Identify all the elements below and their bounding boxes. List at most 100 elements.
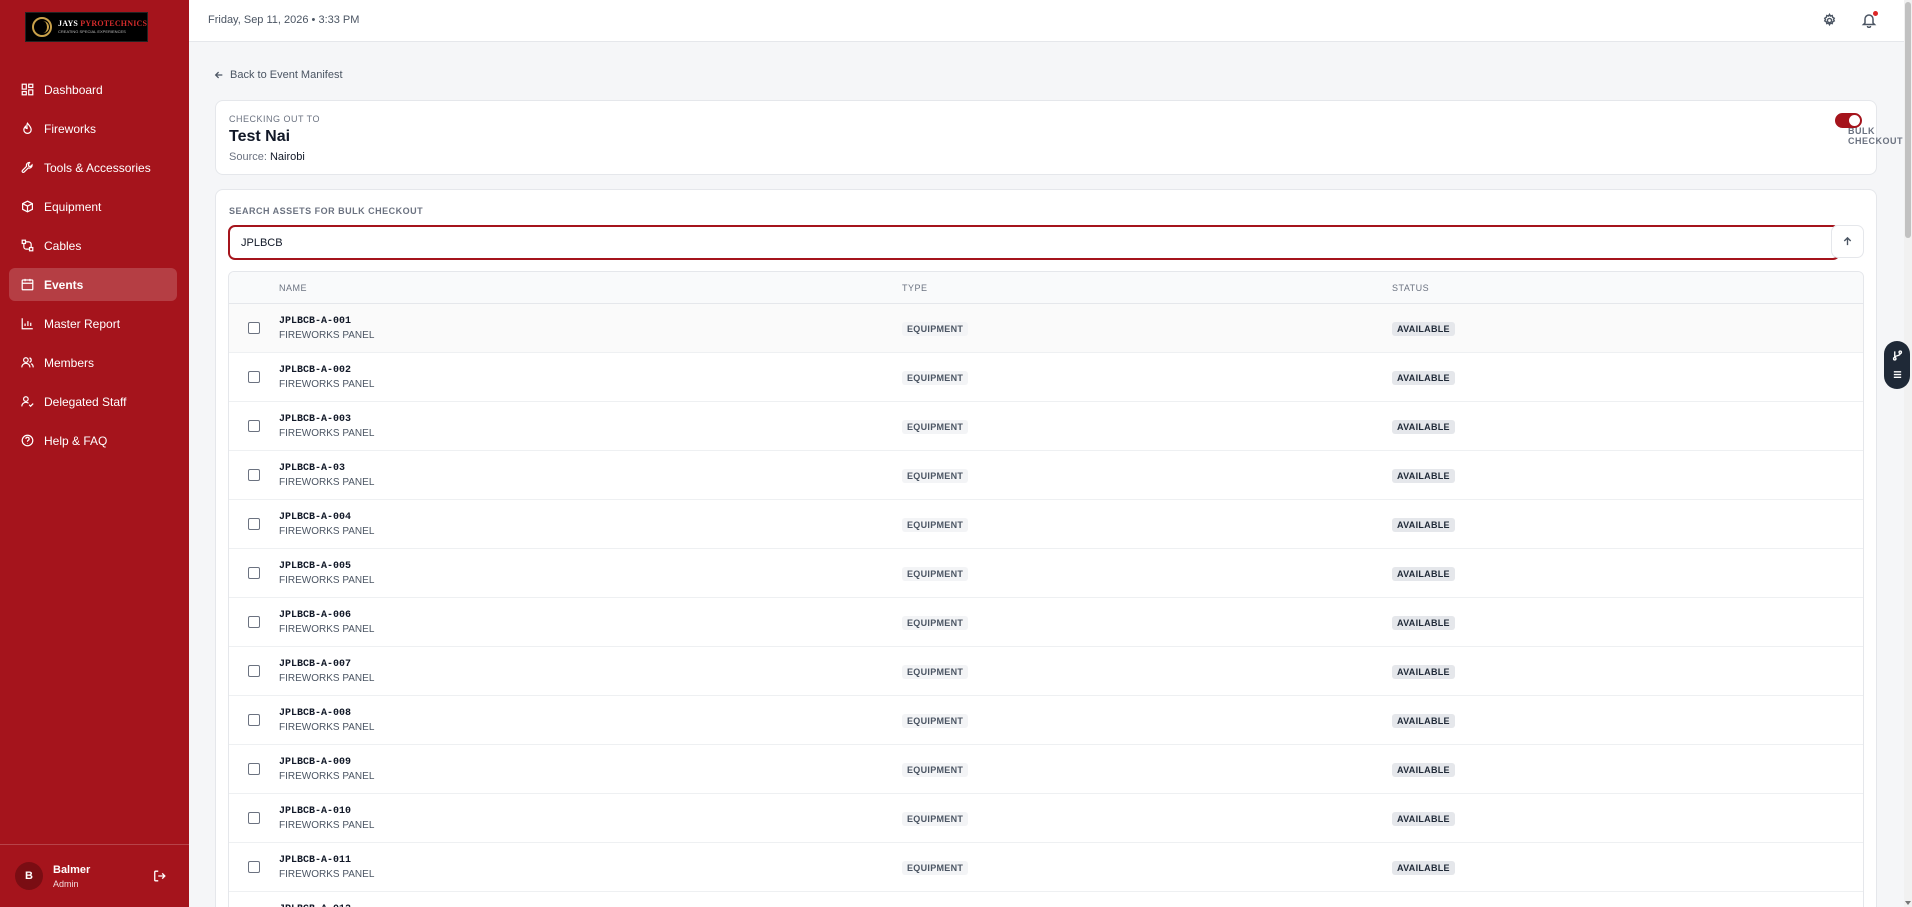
sidebar-item-events[interactable]: Events — [9, 268, 177, 301]
asset-description: FIREWORKS PANEL — [279, 623, 375, 635]
table-row[interactable]: JPLBCB-A-005 FIREWORKS PANEL EQUIPMENT AVAI… — [229, 549, 1863, 598]
scrollbar-thumb[interactable] — [1905, 2, 1911, 238]
asset-id: JPLBCB-A-010 — [279, 805, 352, 817]
table-row[interactable]: JPLBCB-A-012FIREWORKS PANELEQUIPMENTAVAI… — [229, 892, 1863, 907]
row-checkbox[interactable] — [248, 616, 260, 628]
asset-name-cell: JPLBCB-A-011 FIREWORKS PANEL — [279, 855, 902, 880]
back-link[interactable]: Back to Event Manifest — [214, 69, 343, 81]
bulk-checkout-control: BULK CHECKOUT — [1835, 113, 1903, 146]
row-checkbox[interactable] — [248, 861, 260, 873]
asset-description: FIREWORKS PANEL — [279, 770, 375, 782]
sidebar-item-tools[interactable]: Tools & Accessories — [9, 151, 177, 184]
table-row[interactable]: JPLBCB-A-007 FIREWORKS PANEL EQUIPMENT AVAI… — [229, 647, 1863, 696]
asset-description: FIREWORKS PANEL — [279, 329, 375, 341]
row-checkbox-cell — [229, 714, 279, 726]
table-row[interactable]: JPLBCB-A-003 FIREWORKS PANEL EQUIPMENT AVAI… — [229, 402, 1863, 451]
table-row[interactable]: JPLBCB-A-010 FIREWORKS PANEL EQUIPMENT AVAI… — [229, 794, 1863, 843]
table-row[interactable]: JPLBCB-A-009 FIREWORKS PANEL EQUIPMENT AVAI… — [229, 745, 1863, 794]
table-row[interactable]: JPLBCB-A-006 FIREWORKS PANEL EQUIPMENT AVAI… — [229, 598, 1863, 647]
avatar[interactable]: B — [15, 862, 43, 890]
table-body: JPLBCB-A-001 FIREWORKS PANEL EQUIPMENT AVAI… — [229, 304, 1863, 907]
sidebar-item-delegated-staff[interactable]: Delegated Staff — [9, 385, 177, 418]
asset-type-cell: EQUIPMENT — [902, 760, 1392, 778]
sidebar-item-fireworks[interactable]: Fireworks — [9, 112, 177, 145]
column-header-type[interactable]: TYPE — [902, 283, 1392, 293]
git-branch-icon[interactable] — [1892, 350, 1903, 361]
checkout-target-title: Test Nai — [229, 128, 291, 145]
logout-icon[interactable] — [153, 869, 167, 883]
asset-type-cell: EQUIPMENT — [902, 466, 1392, 484]
asset-name-cell: JPLBCB-A-002 FIREWORKS PANEL — [279, 365, 902, 390]
table-row[interactable]: JPLBCB-A-002 FIREWORKS PANEL EQUIPMENT AVAI… — [229, 353, 1863, 402]
column-header-name[interactable]: NAME — [279, 283, 902, 293]
sidebar-item-master-report[interactable]: Master Report — [9, 307, 177, 340]
status-badge: AVAILABLE — [1392, 322, 1455, 336]
row-checkbox[interactable] — [248, 518, 260, 530]
row-checkbox-cell — [229, 763, 279, 775]
source-value: Nairobi — [269, 151, 305, 163]
column-header-status[interactable]: STATUS — [1392, 283, 1863, 293]
row-checkbox-cell — [229, 861, 279, 873]
row-checkbox[interactable] — [248, 371, 260, 383]
table-row[interactable]: JPLBCB-A-011 FIREWORKS PANEL EQUIPMENT AVAI… — [229, 843, 1863, 892]
asset-status-cell: AVAILABLE — [1392, 858, 1863, 876]
brand-logo[interactable]: JAYS PYROTECHNICS CREATING SPECIAL EXPER… — [25, 12, 148, 42]
sidebar-item-label: Members — [44, 355, 95, 370]
box-icon — [21, 200, 34, 213]
asset-id: JPLBCB-A-006 — [279, 609, 352, 621]
sidebar-item-help[interactable]: Help & FAQ — [9, 424, 177, 457]
sidebar-item-label: Delegated Staff — [44, 394, 127, 409]
row-checkbox-cell — [229, 371, 279, 383]
asset-id: JPLBCB-A-002 — [279, 364, 352, 376]
row-checkbox[interactable] — [248, 567, 260, 579]
table-row[interactable]: JPLBCB-A-001 FIREWORKS PANEL EQUIPMENT AVAI… — [229, 304, 1863, 353]
type-badge: EQUIPMENT — [902, 616, 969, 630]
type-badge: EQUIPMENT — [902, 812, 969, 826]
user-panel: B Balmer Admin — [0, 844, 189, 907]
asset-description: FIREWORKS PANEL — [279, 721, 375, 733]
sidebar-item-dashboard[interactable]: Dashboard — [9, 73, 177, 106]
row-checkbox[interactable] — [248, 665, 260, 677]
scroll-down-arrow-icon[interactable] — [1905, 901, 1911, 905]
asset-id: JPLBCB-A-009 — [279, 756, 352, 768]
row-checkbox[interactable] — [248, 714, 260, 726]
bulk-checkout-toggle[interactable] — [1835, 113, 1862, 128]
status-badge: AVAILABLE — [1392, 714, 1455, 728]
asset-id: JPLBCB-A-005 — [279, 560, 352, 572]
asset-name-cell: JPLBCB-A-009 FIREWORKS PANEL — [279, 757, 902, 782]
sidebar-item-label: Equipment — [44, 199, 102, 214]
row-checkbox-cell — [229, 518, 279, 530]
user-role: Admin — [53, 878, 79, 889]
type-badge: EQUIPMENT — [902, 322, 969, 336]
user-name: Balmer — [53, 863, 91, 876]
source-label: Source: — [229, 151, 267, 163]
search-input[interactable] — [228, 225, 1840, 260]
logo-wordmark: JAYS PYROTECHNICS CREATING SPECIAL EXPER… — [58, 20, 147, 34]
floating-toolbar[interactable] — [1884, 341, 1910, 389]
list-icon[interactable] — [1892, 369, 1903, 380]
asset-description: FIREWORKS PANEL — [279, 476, 375, 488]
table-row[interactable]: JPLBCB-A-008 FIREWORKS PANEL EQUIPMENT AVAI… — [229, 696, 1863, 745]
row-checkbox[interactable] — [248, 469, 260, 481]
scroll-top-button[interactable] — [1831, 225, 1864, 258]
row-checkbox[interactable] — [248, 322, 260, 334]
sidebar-item-members[interactable]: Members — [9, 346, 177, 379]
bell-icon[interactable] — [1861, 11, 1878, 29]
table-row[interactable]: JPLBCB-A-004 FIREWORKS PANEL EQUIPMENT AVAI… — [229, 500, 1863, 549]
asset-id: JPLBCB-A-03 — [279, 462, 346, 474]
table-row[interactable]: JPLBCB-A-03 FIREWORKS PANEL EQUIPMENT AVAIL… — [229, 451, 1863, 500]
asset-id: JPLBCB-A-011 — [279, 854, 352, 866]
row-checkbox[interactable] — [248, 812, 260, 824]
row-checkbox[interactable] — [248, 420, 260, 432]
row-checkbox[interactable] — [248, 763, 260, 775]
checkout-source: Source: Nairobi — [229, 151, 305, 163]
gear-icon[interactable] — [1822, 13, 1837, 28]
asset-id: JPLBCB-A-007 — [279, 658, 352, 670]
page-scrollbar[interactable] — [1904, 0, 1912, 907]
asset-type-cell: EQUIPMENT — [902, 368, 1392, 386]
sidebar-nav: Dashboard Fireworks Tools & Accessories … — [9, 73, 177, 463]
sidebar-item-cables[interactable]: Cables — [9, 229, 177, 262]
sidebar-item-equipment[interactable]: Equipment — [9, 190, 177, 223]
asset-type-cell: EQUIPMENT — [902, 564, 1392, 582]
type-badge: EQUIPMENT — [902, 763, 969, 777]
